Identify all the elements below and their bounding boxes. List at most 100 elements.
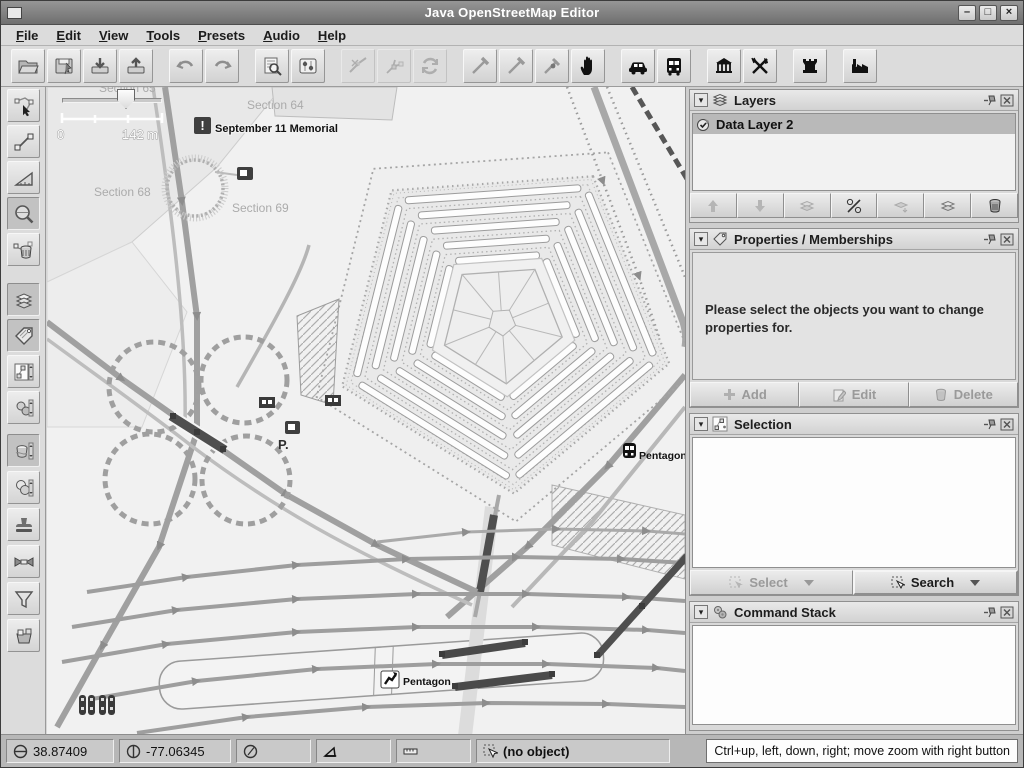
layers-panel-header: ▾ Layers [690, 90, 1018, 111]
toggle-map-paint-button[interactable] [7, 434, 40, 467]
pin-icon[interactable] [983, 233, 997, 246]
layers-list[interactable]: Data Layer 2 [692, 113, 1016, 191]
preferences-button[interactable] [291, 49, 325, 83]
toggle-relations-button[interactable] [7, 471, 40, 504]
layers-icon [712, 92, 728, 108]
upload-button[interactable] [119, 49, 153, 83]
collapse-icon[interactable]: ▾ [694, 93, 708, 107]
select-button[interactable]: Select [690, 570, 853, 595]
delete-button[interactable]: Delete [909, 382, 1018, 407]
toggle-command-stack-button[interactable] [7, 391, 40, 424]
preset-castle-button[interactable] [793, 49, 827, 83]
toggle-layers-button[interactable] [7, 283, 40, 316]
open-button[interactable] [11, 49, 45, 83]
pin-icon[interactable] [983, 606, 997, 619]
map-canvas[interactable]: ! P. [47, 87, 685, 734]
latitude-value: 38.87409 [33, 744, 87, 759]
search-button[interactable] [255, 49, 289, 83]
close-icon[interactable] [1000, 606, 1014, 619]
redo-button[interactable] [205, 49, 239, 83]
pan-button[interactable] [571, 49, 605, 83]
pick-tool-3-button[interactable] [535, 49, 569, 83]
pin-icon[interactable] [983, 418, 997, 431]
preset-bus-button[interactable] [657, 49, 691, 83]
longitude-icon [126, 744, 141, 759]
download-button[interactable] [83, 49, 117, 83]
preset-museum-button[interactable] [707, 49, 741, 83]
zoom-mode-button[interactable] [7, 197, 40, 230]
select-cursor-icon [729, 576, 743, 590]
toggle-notes-button[interactable] [7, 508, 40, 541]
layer-opacity-button[interactable] [831, 193, 878, 218]
edit-button[interactable]: Edit [799, 382, 908, 407]
filter-funnel-icon [13, 588, 35, 610]
save-button[interactable] [47, 49, 81, 83]
command-stack-list[interactable] [692, 625, 1016, 725]
menu-help[interactable]: Help [309, 26, 355, 45]
relations-icon [13, 477, 35, 499]
properties-message: Please select the objects you want to ch… [693, 253, 1015, 336]
zoom-slider[interactable] [62, 98, 162, 103]
changeset-basket-icon [13, 625, 35, 647]
menu-presets[interactable]: Presets [189, 26, 254, 45]
magnifier-icon [13, 203, 35, 225]
map-view[interactable]: ! P. [47, 87, 685, 734]
preset-factory-button[interactable] [843, 49, 877, 83]
pick-tool-2-button[interactable] [499, 49, 533, 83]
menu-view[interactable]: View [90, 26, 137, 45]
draw-node-mode-button[interactable] [7, 125, 40, 158]
close-icon[interactable] [1000, 94, 1014, 107]
close-icon[interactable] [1000, 233, 1014, 246]
close-icon[interactable] [1000, 418, 1014, 431]
close-button[interactable]: × [1000, 5, 1018, 21]
bus-stop-icon [259, 397, 275, 408]
toggle-filter-button[interactable] [7, 582, 40, 615]
merge-down-button[interactable] [877, 193, 924, 218]
scale-zero-label: 0 [57, 127, 64, 142]
menu-audio[interactable]: Audio [254, 26, 309, 45]
menu-tools[interactable]: Tools [137, 26, 189, 45]
trash-icon [987, 198, 1003, 214]
layer-row[interactable]: Data Layer 2 [693, 114, 1015, 134]
pick-tool-1-button[interactable] [463, 49, 497, 83]
layer-up-button[interactable] [690, 193, 737, 218]
delete-layer-button[interactable] [971, 193, 1018, 218]
title-bar: Java OpenStreetMap Editor – □ × [1, 1, 1023, 25]
preset-restaurant-button[interactable] [743, 49, 777, 83]
pin-icon[interactable] [983, 94, 997, 107]
toggle-conflicts-button[interactable] [7, 545, 40, 578]
merge-layers-button[interactable] [784, 193, 831, 218]
object-name-value: (no object) [503, 744, 569, 759]
refresh-button[interactable] [413, 49, 447, 83]
maximize-button[interactable]: □ [979, 5, 997, 21]
add-button[interactable]: Add [690, 382, 799, 407]
collapse-icon[interactable]: ▾ [694, 232, 708, 246]
menu-file[interactable]: File [7, 26, 47, 45]
measure-mode-button[interactable] [7, 161, 40, 194]
select-mode-button[interactable] [7, 89, 40, 122]
collapse-icon[interactable]: ▾ [694, 605, 708, 619]
preset-car-button[interactable] [621, 49, 655, 83]
gears-icon [712, 604, 728, 620]
split-way-button[interactable] [341, 49, 375, 83]
redo-icon [211, 55, 233, 77]
stamp-icon [13, 514, 35, 536]
parking-icon: P. [278, 437, 289, 452]
delete-mode-button[interactable] [7, 233, 40, 266]
undo-button[interactable] [169, 49, 203, 83]
toggle-selection-button[interactable] [7, 355, 40, 388]
duplicate-layer-button[interactable] [924, 193, 971, 218]
toggle-properties-button[interactable] [7, 319, 40, 352]
toggle-changesets-button[interactable] [7, 619, 40, 652]
castle-icon [799, 55, 821, 77]
collapse-icon[interactable]: ▾ [694, 417, 708, 431]
object-name-field: (no object) [476, 739, 670, 763]
combine-way-button[interactable] [377, 49, 411, 83]
selection-list[interactable] [692, 437, 1016, 568]
layer-down-button[interactable] [737, 193, 784, 218]
command-stack-icon [13, 397, 35, 419]
menu-edit[interactable]: Edit [47, 26, 90, 45]
search-button-panel[interactable]: Search [853, 570, 1018, 595]
minimize-button[interactable]: – [958, 5, 976, 21]
layer-visible-icon[interactable] [696, 117, 711, 132]
